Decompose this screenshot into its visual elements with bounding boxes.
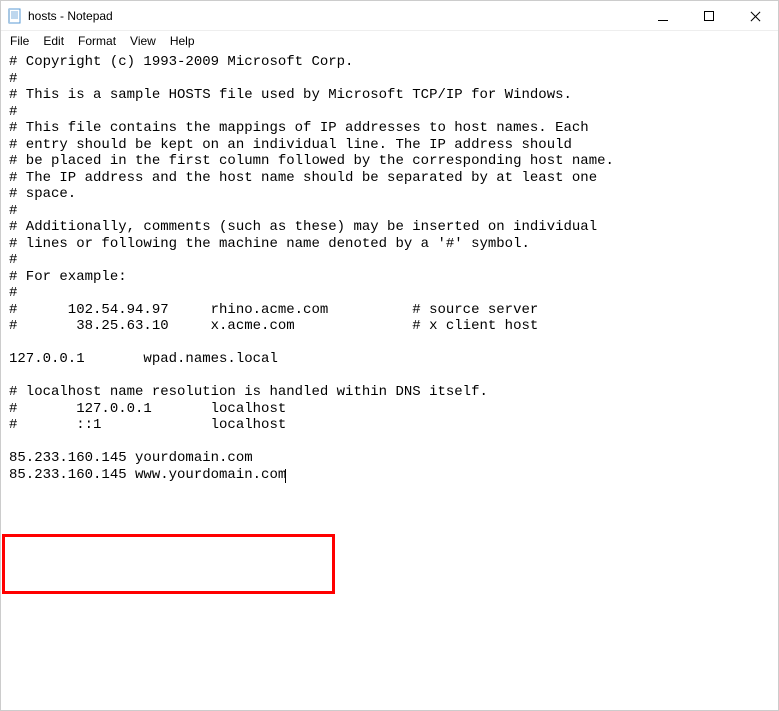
menu-format[interactable]: Format (71, 33, 123, 49)
menu-view[interactable]: View (123, 33, 163, 49)
editor-content: # Copyright (c) 1993-2009 Microsoft Corp… (9, 54, 614, 483)
minimize-icon (658, 11, 668, 21)
menubar: File Edit Format View Help (1, 31, 778, 50)
maximize-button[interactable] (686, 1, 732, 31)
close-button[interactable] (732, 1, 778, 31)
notepad-icon (7, 8, 23, 24)
maximize-icon (704, 11, 714, 21)
minimize-button[interactable] (640, 1, 686, 31)
titlebar-left: hosts - Notepad (7, 8, 113, 24)
titlebar[interactable]: hosts - Notepad (1, 1, 778, 31)
menu-help[interactable]: Help (163, 33, 202, 49)
window-title: hosts - Notepad (28, 9, 113, 23)
text-caret (285, 469, 286, 483)
menu-file[interactable]: File (3, 33, 36, 49)
window-controls (640, 1, 778, 30)
highlight-annotation (2, 534, 335, 594)
text-editor[interactable]: # Copyright (c) 1993-2009 Microsoft Corp… (1, 50, 778, 710)
close-icon (750, 11, 760, 21)
menu-edit[interactable]: Edit (36, 33, 71, 49)
